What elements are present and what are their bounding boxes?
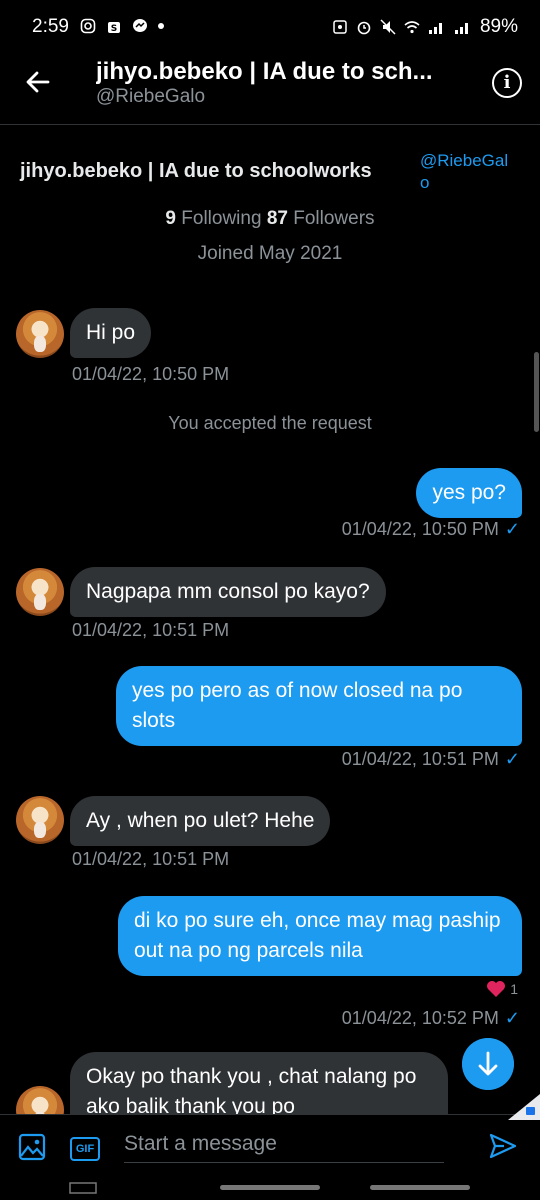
header-divider xyxy=(0,124,540,125)
message-timestamp: 01/04/22, 10:50 PM xyxy=(72,364,230,384)
message-timestamp: 01/04/22, 10:50 PM xyxy=(341,519,499,539)
message-composer: GIF Start a message xyxy=(0,1114,540,1176)
message-meta: 01/04/22, 10:51 PM ✓ xyxy=(342,749,520,770)
message-timestamp: 01/04/22, 10:51 PM xyxy=(72,849,230,869)
incoming-message[interactable]: Nagpapa mm consol po kayo? xyxy=(70,567,386,617)
incoming-message[interactable]: Okay po thank you , chat nalang po ako b… xyxy=(70,1052,448,1116)
check-icon: ✓ xyxy=(504,519,520,539)
followers-label[interactable]: Followers xyxy=(293,208,374,229)
conversation-handle: @RiebeGalo xyxy=(96,86,206,107)
screenshot-badge-icon[interactable] xyxy=(508,1094,540,1120)
conversation-title: jihyo.bebeko | IA due to sch... xyxy=(96,58,433,85)
message-timestamp: 01/04/22, 10:51 PM xyxy=(341,749,499,769)
alarm-icon xyxy=(357,21,371,35)
message-timestamp: 01/04/22, 10:52 PM xyxy=(341,1008,499,1028)
status-time: 2:59 xyxy=(32,16,69,37)
nfc-icon xyxy=(333,20,347,34)
message-meta: 01/04/22, 10:52 PM ✓ xyxy=(342,1008,520,1029)
system-icons: 89% xyxy=(332,16,518,38)
back-arrow-icon[interactable] xyxy=(22,66,54,98)
message-meta: 01/04/22, 10:50 PM ✓ xyxy=(342,519,520,540)
shop-icon: S xyxy=(108,22,120,34)
outgoing-message[interactable]: yes po pero as of now closed na po slots xyxy=(116,666,522,746)
message-timestamp: 01/04/22, 10:51 PM xyxy=(72,620,230,640)
notification-icons: S xyxy=(80,18,164,34)
outgoing-message[interactable]: di ko po sure eh, once may mag paship ou… xyxy=(118,896,522,976)
outgoing-message[interactable]: yes po? xyxy=(416,468,522,518)
following-label[interactable]: Following xyxy=(181,208,261,229)
incoming-message[interactable]: Ay , when po ulet? Hehe xyxy=(70,796,331,846)
system-nav-bar xyxy=(0,1176,540,1200)
svg-text:S: S xyxy=(111,24,117,34)
battery-level: 89% xyxy=(479,16,518,37)
avatar[interactable] xyxy=(16,796,64,844)
avatar[interactable] xyxy=(16,568,64,616)
following-count[interactable]: 9 xyxy=(165,208,176,229)
recent-apps-icon[interactable] xyxy=(68,1181,98,1195)
reaction-count: 1 xyxy=(510,981,518,997)
check-icon: ✓ xyxy=(504,749,520,769)
mute-icon xyxy=(380,19,396,35)
message-input[interactable]: Start a message xyxy=(124,1129,444,1163)
profile-handle[interactable]: @RiebeGalo xyxy=(420,150,510,194)
avatar[interactable] xyxy=(16,310,64,358)
heart-icon xyxy=(487,981,506,997)
check-icon: ✓ xyxy=(504,1008,520,1028)
arrow-down-icon[interactable] xyxy=(462,1038,514,1090)
incoming-message[interactable]: Hi po xyxy=(70,308,152,358)
profile-stats: 9 Following 87 Followers xyxy=(0,208,540,230)
joined-date: Joined May 2021 xyxy=(197,243,343,264)
profile-name[interactable]: jihyo.bebeko | IA due to schoolworks xyxy=(20,160,372,183)
messenger-icon xyxy=(133,19,147,32)
conversation-header: jihyo.bebeko | IA due to sch... @RiebeGa… xyxy=(0,56,540,122)
dot-icon xyxy=(158,23,164,29)
gif-icon[interactable]: GIF xyxy=(70,1137,100,1161)
status-bar: 2:59 S 89% xyxy=(0,0,540,56)
info-icon[interactable]: i xyxy=(492,68,522,98)
scrollbar[interactable] xyxy=(534,352,539,432)
signal-icon xyxy=(428,23,442,34)
send-icon[interactable] xyxy=(488,1131,518,1161)
wifi-icon xyxy=(404,21,420,34)
home-icon[interactable] xyxy=(220,1181,320,1195)
media-icon[interactable] xyxy=(18,1133,46,1161)
instagram-icon xyxy=(80,18,96,34)
system-message: You accepted the request xyxy=(168,413,372,433)
followers-count[interactable]: 87 xyxy=(267,208,288,229)
signal-2-icon xyxy=(454,23,468,34)
back-nav-icon[interactable] xyxy=(370,1181,470,1195)
message-reaction[interactable]: 1 xyxy=(486,980,518,998)
